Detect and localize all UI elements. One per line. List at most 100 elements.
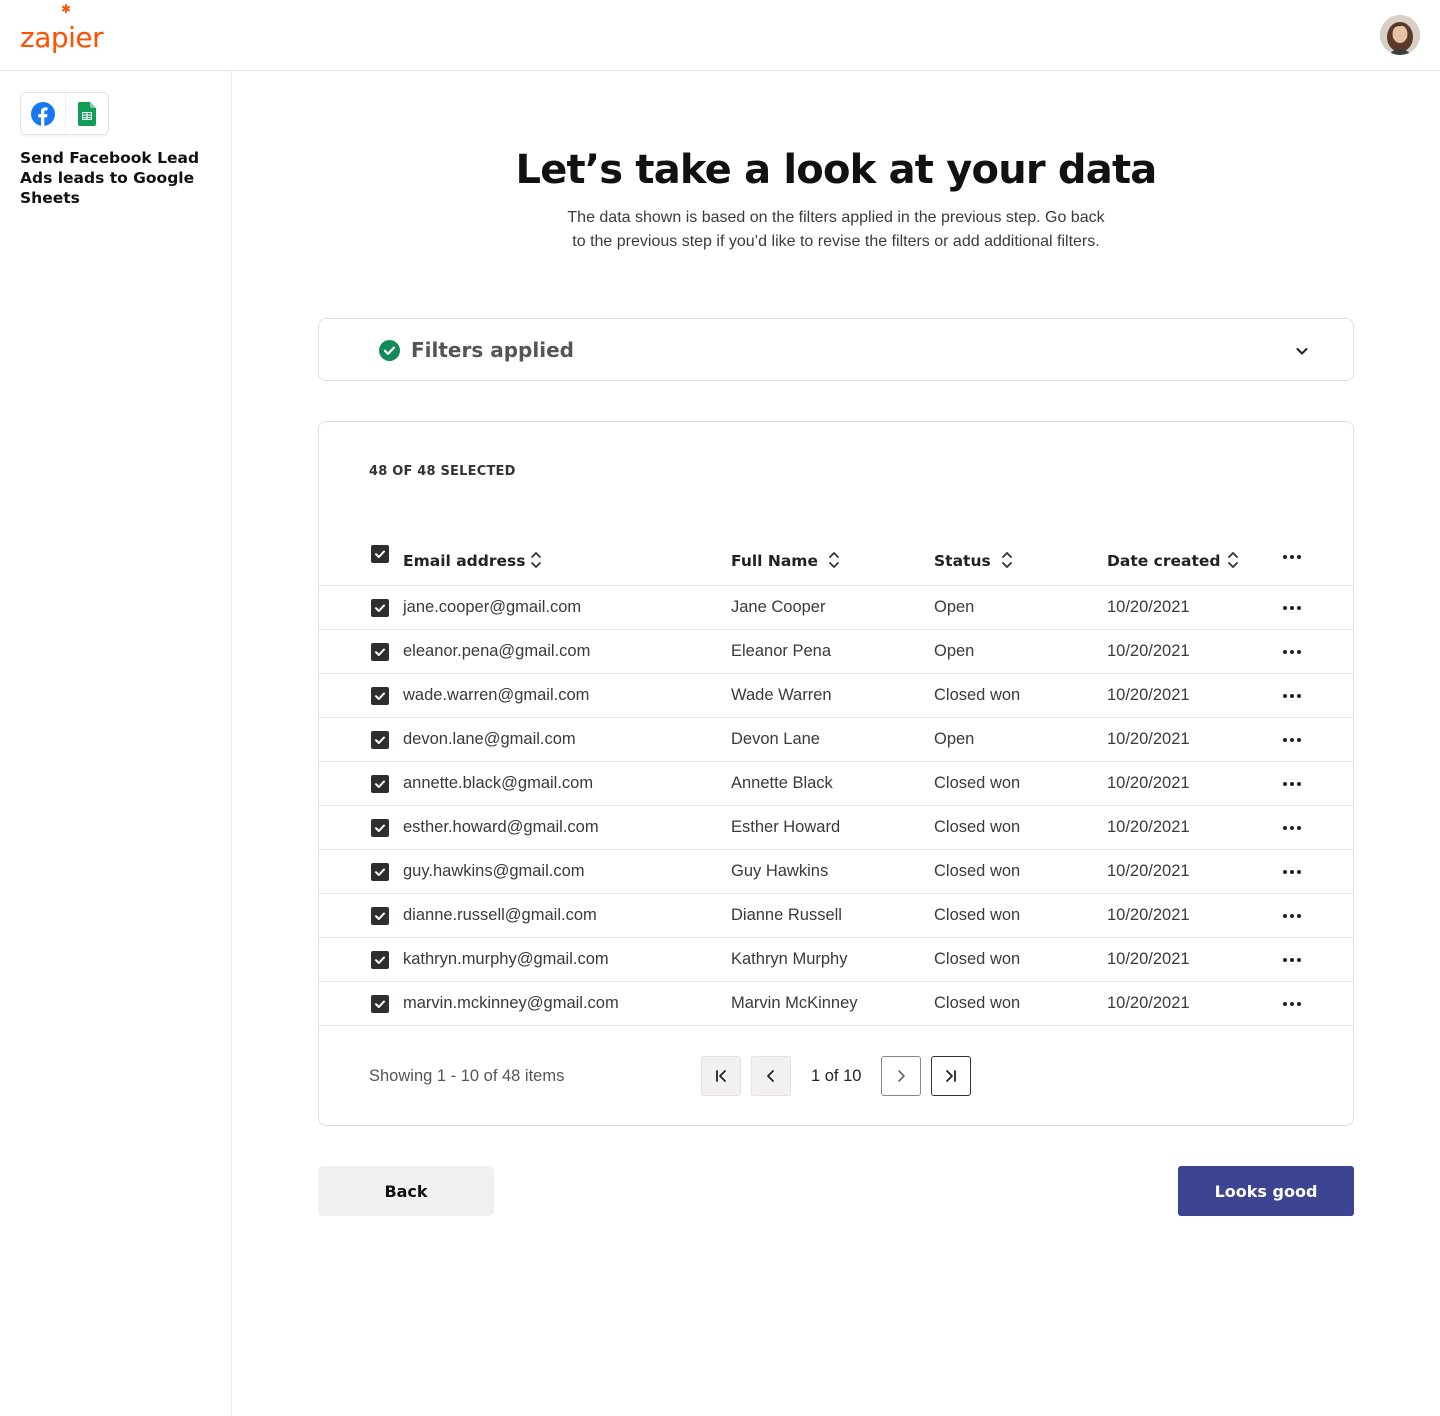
row-more-options-icon[interactable] xyxy=(1281,688,1303,704)
page-indicator: 1 of 10 xyxy=(811,1067,862,1085)
row-more-options-icon[interactable] xyxy=(1281,952,1303,968)
status-cell: Closed won xyxy=(934,818,1021,836)
chevron-right-icon xyxy=(898,1070,905,1082)
full-name-cell: Annette Black xyxy=(731,774,833,792)
full-name-cell: Dianne Russell xyxy=(731,906,842,924)
last-page-button[interactable] xyxy=(931,1056,971,1096)
row-checkbox[interactable] xyxy=(371,643,389,661)
table-row[interactable]: kathryn.murphy@gmail.com Kathryn Murphy Cl… xyxy=(319,938,1353,982)
date-created-cell: 10/20/2021 xyxy=(1107,774,1190,792)
date-created-cell: 10/20/2021 xyxy=(1107,730,1190,748)
email-cell: marvin.mckinney@gmail.com xyxy=(403,994,619,1012)
full-name-cell: Eleanor Pena xyxy=(731,642,831,660)
email-cell: kathryn.murphy@gmail.com xyxy=(403,950,609,968)
date-created-cell: 10/20/2021 xyxy=(1107,862,1190,880)
avatar[interactable] xyxy=(1380,15,1420,55)
sort-icon[interactable] xyxy=(529,550,543,570)
first-page-button[interactable] xyxy=(701,1056,741,1096)
row-checkbox[interactable] xyxy=(371,599,389,617)
sort-icon[interactable] xyxy=(1000,550,1014,570)
sidebar: Send Facebook Lead Ads leads to Google S… xyxy=(0,71,232,1416)
table-row[interactable]: annette.black@gmail.com Annette Black Clos… xyxy=(319,762,1353,806)
next-page-button[interactable] xyxy=(881,1056,921,1096)
row-more-options-icon[interactable] xyxy=(1281,644,1303,660)
chevron-left-icon xyxy=(767,1070,774,1082)
pagination-summary: Showing 1 - 10 of 48 items xyxy=(369,1067,565,1085)
row-checkbox[interactable] xyxy=(371,731,389,749)
table-row[interactable]: guy.hawkins@gmail.com Guy Hawkins Closed w… xyxy=(319,850,1353,894)
full-name-cell: Jane Cooper xyxy=(731,598,826,616)
row-checkbox[interactable] xyxy=(371,951,389,969)
row-checkbox[interactable] xyxy=(371,687,389,705)
full-name-cell: Esther Howard xyxy=(731,818,841,836)
looks-good-button[interactable]: Looks good xyxy=(1178,1166,1354,1216)
first-page-icon xyxy=(716,1070,726,1082)
row-checkbox[interactable] xyxy=(371,819,389,837)
row-checkbox[interactable] xyxy=(371,863,389,881)
email-cell: guy.hawkins@gmail.com xyxy=(403,862,585,880)
more-options-icon[interactable] xyxy=(1281,549,1303,565)
full-name-cell: Marvin McKinney xyxy=(731,994,858,1012)
email-cell: dianne.russell@gmail.com xyxy=(403,906,597,924)
column-header-email[interactable]: Email address xyxy=(403,552,525,570)
table-header-row: Email address Full Name Status Date crea… xyxy=(319,532,1353,586)
table-row[interactable]: eleanor.pena@gmail.com Eleanor Pena Open 10… xyxy=(319,630,1353,674)
status-cell: Closed won xyxy=(934,862,1021,880)
filters-applied-label: Filters applied xyxy=(411,338,574,362)
column-header-date-created[interactable]: Date created xyxy=(1107,552,1220,570)
status-cell: Open xyxy=(934,730,975,748)
status-cell: Closed won xyxy=(934,906,1021,924)
chevron-down-icon[interactable] xyxy=(1294,343,1310,359)
sort-icon[interactable] xyxy=(1226,550,1240,570)
data-table-card: 48 OF 48 SELECTED Email address Full Nam… xyxy=(318,421,1354,1126)
date-created-cell: 10/20/2021 xyxy=(1107,950,1190,968)
table-row[interactable]: dianne.russell@gmail.com Dianne Russell Cl… xyxy=(319,894,1353,938)
table-row[interactable]: esther.howard@gmail.com Esther Howard Clos… xyxy=(319,806,1353,850)
row-more-options-icon[interactable] xyxy=(1281,732,1303,748)
row-more-options-icon[interactable] xyxy=(1281,820,1303,836)
row-more-options-icon[interactable] xyxy=(1281,908,1303,924)
selected-count: 48 OF 48 SELECTED xyxy=(369,464,516,479)
google-sheets-icon xyxy=(64,93,109,134)
full-name-cell: Devon Lane xyxy=(731,730,820,748)
previous-page-button[interactable] xyxy=(751,1056,791,1096)
facebook-lead-ads-icon xyxy=(21,93,65,134)
row-more-options-icon[interactable] xyxy=(1281,776,1303,792)
column-header-status[interactable]: Status xyxy=(934,552,991,570)
date-created-cell: 10/20/2021 xyxy=(1107,598,1190,616)
status-cell: Closed won xyxy=(934,994,1021,1012)
table-row[interactable]: jane.cooper@gmail.com Jane Cooper Open 10/2… xyxy=(319,586,1353,630)
row-checkbox[interactable] xyxy=(371,995,389,1013)
email-cell: annette.black@gmail.com xyxy=(403,774,594,792)
full-name-cell: Kathryn Murphy xyxy=(731,950,848,968)
filters-applied-accordion[interactable]: Filters applied xyxy=(318,318,1354,381)
back-button[interactable]: Back xyxy=(318,1166,494,1216)
zapier-logo[interactable]: zapier ✱ xyxy=(20,3,104,52)
date-created-cell: 10/20/2021 xyxy=(1107,686,1190,704)
row-more-options-icon[interactable] xyxy=(1281,996,1303,1012)
email-cell: wade.warren@gmail.com xyxy=(403,686,590,704)
status-cell: Closed won xyxy=(934,686,1021,704)
row-checkbox[interactable] xyxy=(371,907,389,925)
top-bar: zapier ✱ xyxy=(0,0,1440,71)
date-created-cell: 10/20/2021 xyxy=(1107,818,1190,836)
table-row[interactable]: marvin.mckinney@gmail.com Marvin McKinney… xyxy=(319,982,1353,1026)
row-checkbox[interactable] xyxy=(371,775,389,793)
email-cell: esther.howard@gmail.com xyxy=(403,818,599,836)
date-created-cell: 10/20/2021 xyxy=(1107,906,1190,924)
row-more-options-icon[interactable] xyxy=(1281,864,1303,880)
zap-title: Send Facebook Lead Ads leads to Google S… xyxy=(20,149,200,207)
select-all-checkbox[interactable] xyxy=(371,545,389,563)
row-more-options-icon[interactable] xyxy=(1281,600,1303,616)
logo-asterisk-icon: ✱ xyxy=(61,2,72,16)
email-cell: jane.cooper@gmail.com xyxy=(403,598,582,616)
zap-app-icons xyxy=(20,92,109,135)
table-row[interactable]: wade.warren@gmail.com Wade Warren Closed w… xyxy=(319,674,1353,718)
status-cell: Open xyxy=(934,642,975,660)
date-created-cell: 10/20/2021 xyxy=(1107,994,1190,1012)
status-cell: Closed won xyxy=(934,950,1021,968)
column-header-full-name[interactable]: Full Name xyxy=(731,552,818,570)
table-row[interactable]: devon.lane@gmail.com Devon Lane Open 10/20/… xyxy=(319,718,1353,762)
sort-icon[interactable] xyxy=(827,550,841,570)
email-cell: devon.lane@gmail.com xyxy=(403,730,576,748)
